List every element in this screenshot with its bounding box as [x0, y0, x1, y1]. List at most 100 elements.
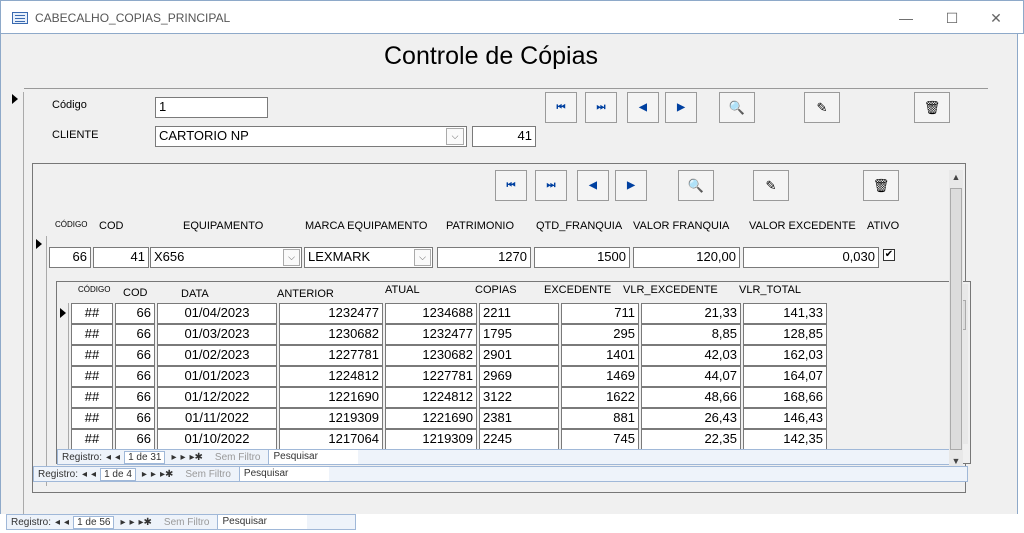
cell-atual[interactable]: 1219309 [385, 429, 477, 450]
nav-next-icon[interactable]: ▸ [120, 517, 125, 528]
cell-codigo[interactable]: ## [71, 429, 113, 450]
close-button[interactable]: ✕ [981, 7, 1011, 29]
equip-patrimonio[interactable]: 1270 [437, 247, 531, 268]
sub-find-button[interactable]: 🔍 [678, 170, 714, 201]
cell-atual[interactable]: 1221690 [385, 408, 477, 429]
cell-excedente[interactable]: 711 [561, 303, 639, 324]
cell-codigo[interactable]: ## [71, 366, 113, 387]
equip-cod[interactable]: 41 [93, 247, 149, 268]
ativo-checkbox[interactable]: ✔ [883, 249, 895, 261]
nav-new-icon[interactable]: ▸✱ [160, 469, 173, 480]
cell-anterior[interactable]: 1232477 [279, 303, 383, 324]
table-row[interactable]: ## 66 01/01/2023 1224812 1227781 2969 1469 44,0… [57, 366, 827, 387]
cell-data[interactable]: 01/12/2022 [157, 387, 277, 408]
equipment-record-selector[interactable] [33, 236, 47, 486]
chevron-down-icon[interactable]: ⌵ [414, 249, 431, 266]
cell-vlr-total[interactable]: 142,35 [743, 429, 827, 450]
nav-next-icon[interactable]: ▸ [171, 452, 176, 463]
previous-record-button[interactable]: ◀ [627, 92, 659, 123]
cell-excedente[interactable]: 881 [561, 408, 639, 429]
cell-copias[interactable]: 2381 [479, 408, 559, 429]
nav-first-icon[interactable]: ◂ [82, 469, 87, 480]
cell-copias[interactable]: 1795 [479, 324, 559, 345]
cell-codigo[interactable]: ## [71, 345, 113, 366]
scroll-down-icon[interactable]: ▼ [949, 456, 963, 466]
nav-new-icon[interactable]: ▸✱ [139, 517, 152, 528]
cell-codigo[interactable]: ## [71, 324, 113, 345]
delete-button[interactable]: 🗑 [914, 92, 950, 123]
cell-atual[interactable]: 1232477 [385, 324, 477, 345]
equipment-scrollbar[interactable]: ▲ ▼ [949, 170, 963, 470]
equip-valor-excedente[interactable]: 0,030 [743, 247, 879, 268]
first-record-button[interactable]: ⏮ [545, 92, 577, 123]
table-row[interactable]: ## 66 01/12/2022 1221690 1224812 3122 1622 48,6… [57, 387, 827, 408]
cell-atual[interactable]: 1224812 [385, 387, 477, 408]
nav-next-icon[interactable]: ▸ [142, 469, 147, 480]
cell-codigo[interactable]: ## [71, 387, 113, 408]
nav-position[interactable]: 1 de 56 [73, 515, 115, 529]
cell-excedente[interactable]: 1622 [561, 387, 639, 408]
sub-edit-button[interactable]: ✎ [753, 170, 789, 201]
nav-prev-icon[interactable]: ◂ [64, 517, 69, 528]
cliente-id-field[interactable]: 41 [472, 126, 536, 147]
cell-excedente[interactable]: 295 [561, 324, 639, 345]
scroll-up-icon[interactable]: ▲ [949, 172, 963, 182]
cell-excedente[interactable]: 1401 [561, 345, 639, 366]
cell-anterior[interactable]: 1217064 [279, 429, 383, 450]
cell-anterior[interactable]: 1230682 [279, 324, 383, 345]
nav-search[interactable]: Pesquisar [268, 450, 359, 464]
table-row[interactable]: ## 66 01/02/2023 1227781 1230682 2901 1401 42,0… [57, 345, 827, 366]
nav-filter[interactable]: Sem Filtro [185, 469, 231, 480]
nav-search[interactable]: Pesquisar [238, 467, 329, 481]
table-row[interactable]: ## 66 01/03/2023 1230682 1232477 1795 295 8,85 1… [57, 324, 827, 345]
equip-valor-franquia[interactable]: 120,00 [633, 247, 740, 268]
cell-copias[interactable]: 2211 [479, 303, 559, 324]
cell-excedente[interactable]: 745 [561, 429, 639, 450]
record-selector[interactable] [8, 92, 24, 528]
cell-anterior[interactable]: 1221690 [279, 387, 383, 408]
table-row[interactable]: ## 66 01/04/2023 1232477 1234688 2211 711 21,33… [57, 303, 827, 324]
cell-anterior[interactable]: 1224812 [279, 366, 383, 387]
cell-copias[interactable]: 2901 [479, 345, 559, 366]
cell-data[interactable]: 01/04/2023 [157, 303, 277, 324]
maximize-button[interactable]: ☐ [937, 7, 967, 29]
sub-prev-button[interactable]: ◀ [577, 170, 609, 201]
cell-vlr-total[interactable]: 146,43 [743, 408, 827, 429]
cell-copias[interactable]: 2245 [479, 429, 559, 450]
cell-cod[interactable]: 66 [115, 366, 155, 387]
cell-cod[interactable]: 66 [115, 303, 155, 324]
cell-vlr-total[interactable]: 128,85 [743, 324, 827, 345]
cell-vlr-exc[interactable]: 22,35 [641, 429, 741, 450]
nav-search[interactable]: Pesquisar [217, 515, 308, 529]
sub-next-button[interactable]: ▶ [615, 170, 647, 201]
sub-last-button[interactable]: ⏭ [535, 170, 567, 201]
cell-cod[interactable]: 66 [115, 345, 155, 366]
nav-position[interactable]: 1 de 31 [124, 450, 166, 464]
cell-cod[interactable]: 66 [115, 408, 155, 429]
chevron-down-icon[interactable]: ⌵ [446, 128, 464, 145]
cell-vlr-exc[interactable]: 48,66 [641, 387, 741, 408]
table-row[interactable]: ## 66 01/10/2022 1217064 1219309 2245 745 22,35… [57, 429, 827, 450]
nav-last-icon[interactable]: ▸ [129, 517, 134, 528]
nav-prev-icon[interactable]: ◂ [115, 452, 120, 463]
sub-first-button[interactable]: ⏮ [495, 170, 527, 201]
nav-position[interactable]: 1 de 4 [100, 467, 136, 481]
cell-copias[interactable]: 2969 [479, 366, 559, 387]
cell-vlr-total[interactable]: 168,66 [743, 387, 827, 408]
cell-atual[interactable]: 1230682 [385, 345, 477, 366]
cliente-combo[interactable]: CARTORIO NP [155, 126, 467, 147]
equip-equipamento[interactable]: X656 [150, 247, 302, 268]
codigo-field[interactable]: 1 [155, 97, 268, 118]
find-button[interactable]: 🔍 [719, 92, 755, 123]
last-record-button[interactable]: ⏭ [585, 92, 617, 123]
nav-last-icon[interactable]: ▸ [151, 469, 156, 480]
scroll-thumb[interactable] [950, 188, 962, 450]
nav-last-icon[interactable]: ▸ [180, 452, 185, 463]
cell-vlr-total[interactable]: 164,07 [743, 366, 827, 387]
cell-cod[interactable]: 66 [115, 387, 155, 408]
chevron-down-icon[interactable]: ⌵ [283, 249, 300, 266]
cell-cod[interactable]: 66 [115, 324, 155, 345]
cell-anterior[interactable]: 1227781 [279, 345, 383, 366]
cell-vlr-exc[interactable]: 21,33 [641, 303, 741, 324]
cell-vlr-total[interactable]: 141,33 [743, 303, 827, 324]
